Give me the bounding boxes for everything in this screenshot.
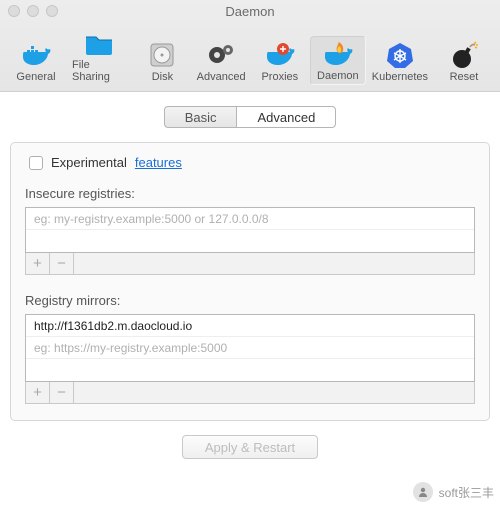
kubernetes-icon <box>383 40 417 70</box>
toolbar-item-general[interactable]: General <box>8 38 64 85</box>
remove-button[interactable]: − <box>50 253 74 274</box>
watermark: soft张三丰 <box>413 482 494 502</box>
watermark-avatar <box>413 482 433 502</box>
close-icon[interactable] <box>8 5 20 17</box>
insecure-registries-controls: + − <box>25 253 475 275</box>
insecure-registries-label: Insecure registries: <box>25 186 475 201</box>
settings-panel: Experimental features Insecure registrie… <box>10 142 490 421</box>
add-button[interactable]: + <box>26 382 50 403</box>
window-controls <box>8 5 58 17</box>
titlebar: Daemon <box>0 0 500 22</box>
experimental-label: Experimental <box>51 155 127 170</box>
toolbar-item-reset[interactable]: Reset <box>436 38 492 85</box>
toolbar-label: Advanced <box>197 71 246 83</box>
toolbar-label: Kubernetes <box>372 71 428 83</box>
toolbar-item-disk[interactable]: Disk <box>134 38 190 85</box>
watermark-text: soft张三丰 <box>439 484 494 501</box>
toolbar-item-kubernetes[interactable]: Kubernetes <box>368 38 432 85</box>
list-placeholder: eg: my-registry.example:5000 or 127.0.0.… <box>26 208 474 230</box>
disk-icon <box>145 40 179 70</box>
experimental-checkbox[interactable] <box>29 156 43 170</box>
toolbar-item-file-sharing[interactable]: File Sharing <box>66 26 132 85</box>
list-value[interactable]: http://f1361db2.m.daocloud.io <box>26 315 474 337</box>
toolbar-label: File Sharing <box>72 59 126 83</box>
list-row-empty <box>26 230 474 252</box>
tab-segmented: Basic Advanced <box>10 106 490 128</box>
toolbar-label: Proxies <box>261 71 298 83</box>
registry-mirrors-section: Registry mirrors: http://f1361db2.m.daoc… <box>25 293 475 404</box>
apply-restart-button[interactable]: Apply & Restart <box>182 435 318 459</box>
features-link[interactable]: features <box>135 155 182 170</box>
registry-mirrors-label: Registry mirrors: <box>25 293 475 308</box>
add-button[interactable]: + <box>26 253 50 274</box>
window-title: Daemon <box>8 4 492 19</box>
whale-icon <box>19 40 53 70</box>
insecure-registries-section: Insecure registries: eg: my-registry.exa… <box>25 186 475 275</box>
toolbar-label: General <box>16 71 55 83</box>
toolbar-label: Reset <box>450 71 479 83</box>
toolbar-label: Daemon <box>317 70 359 82</box>
toolbar-item-advanced[interactable]: Advanced <box>192 38 249 85</box>
insecure-registries-list[interactable]: eg: my-registry.example:5000 or 127.0.0.… <box>25 207 475 253</box>
toolbar: General File Sharing Disk <box>0 22 500 91</box>
registry-mirrors-list[interactable]: http://f1361db2.m.daocloud.io eg: https:… <box>25 314 475 382</box>
list-placeholder: eg: https://my-registry.example:5000 <box>26 337 474 359</box>
whale-proxy-icon <box>263 40 297 70</box>
titlebar-area: Daemon General File Sharing <box>0 0 500 92</box>
gears-icon <box>204 40 238 70</box>
experimental-row: Experimental features <box>25 155 475 170</box>
tab-basic[interactable]: Basic <box>164 106 237 128</box>
bomb-icon <box>447 40 481 70</box>
tab-advanced[interactable]: Advanced <box>236 106 336 128</box>
toolbar-label: Disk <box>152 71 173 83</box>
minimize-icon[interactable] <box>27 5 39 17</box>
footer: Apply & Restart <box>10 421 490 469</box>
content-area: Basic Advanced Experimental features Ins… <box>0 92 500 479</box>
toolbar-item-daemon[interactable]: Daemon <box>310 36 366 85</box>
list-row-empty <box>26 359 474 381</box>
zoom-icon[interactable] <box>46 5 58 17</box>
whale-fire-icon <box>321 39 355 69</box>
registry-mirrors-controls: + − <box>25 382 475 404</box>
remove-button[interactable]: − <box>50 382 74 403</box>
toolbar-item-proxies[interactable]: Proxies <box>252 38 308 85</box>
folder-icon <box>82 28 116 58</box>
